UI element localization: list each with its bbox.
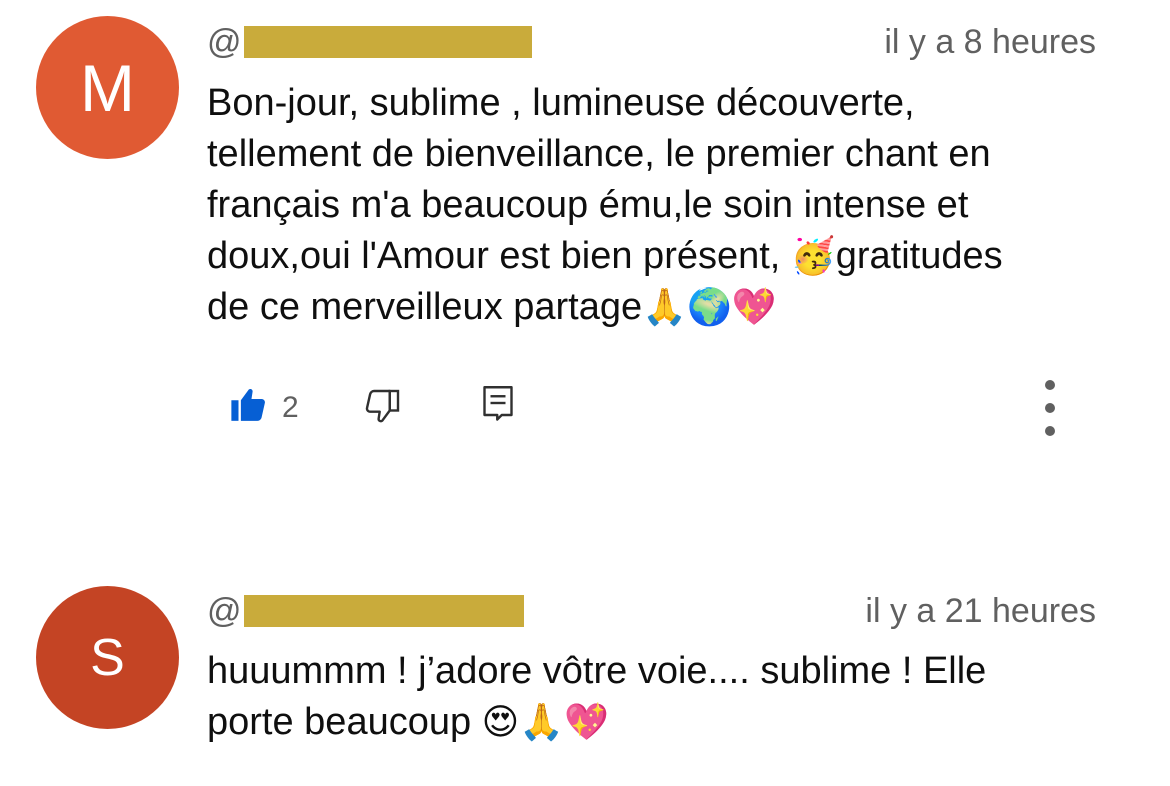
comment-line: doux,oui l'Amour est bien présent, 🥳grat… xyxy=(207,231,1107,282)
more-dot xyxy=(1045,403,1055,413)
more-dot xyxy=(1045,426,1055,436)
more-options-icon[interactable] xyxy=(1040,380,1060,436)
comment-line-text: doux,oui l'Amour est bien présent, xyxy=(207,235,791,277)
avatar[interactable]: M xyxy=(36,16,179,159)
avatar[interactable]: S xyxy=(36,586,179,729)
comment-line-text: de ce merveilleux partage xyxy=(207,286,643,328)
emoji-group: 😍🙏💖 xyxy=(481,702,609,743)
comment-line: Bon-jour, sublime , lumineuse découverte… xyxy=(207,82,915,124)
comment-timestamp: il y a 21 heures xyxy=(865,592,1096,630)
like-button[interactable]: 2 xyxy=(228,386,299,429)
emoji-group: 🙏🌍💖 xyxy=(642,287,777,328)
thumbs-down-icon xyxy=(364,388,402,429)
avatar-letter: M xyxy=(80,50,135,125)
comment-line: français m'a beaucoup ému,le soin intens… xyxy=(207,184,969,226)
reply-button[interactable] xyxy=(480,384,516,427)
reply-comment-icon xyxy=(480,384,516,427)
comment-line-text: porte beaucoup xyxy=(207,701,482,743)
comment-line: porte beaucoup 😍🙏💖 xyxy=(207,697,1107,748)
comment-line: huuummm ! j’adore vôtre voie.... sublime… xyxy=(207,650,987,692)
comment-text: Bon-jour, sublime , lumineuse découverte… xyxy=(207,78,1107,333)
like-count: 2 xyxy=(282,390,299,424)
comment-author[interactable]: @ xyxy=(207,22,532,62)
party-face-emoji: 🥳 xyxy=(790,236,836,277)
author-handle-prefix: @ xyxy=(207,23,242,61)
author-handle-prefix: @ xyxy=(207,592,242,630)
dislike-button[interactable] xyxy=(364,388,402,429)
comment-line-text: gratitudes xyxy=(835,235,1003,277)
more-dot xyxy=(1045,380,1055,390)
comment-text: huuummm ! j’adore vôtre voie.... sublime… xyxy=(207,646,1107,748)
author-name-redaction xyxy=(243,26,532,58)
avatar-letter: S xyxy=(90,628,125,687)
comment-timestamp: il y a 8 heures xyxy=(884,23,1096,61)
comment-author[interactable]: @ xyxy=(207,591,524,631)
thumbs-up-icon xyxy=(228,386,268,429)
comment-line: de ce merveilleux partage🙏🌍💖 xyxy=(207,282,1107,333)
comment-action-bar: 2 xyxy=(0,376,1170,436)
comment-line: tellement de bienveillance, le premier c… xyxy=(207,133,991,175)
author-name-redaction xyxy=(243,595,524,627)
